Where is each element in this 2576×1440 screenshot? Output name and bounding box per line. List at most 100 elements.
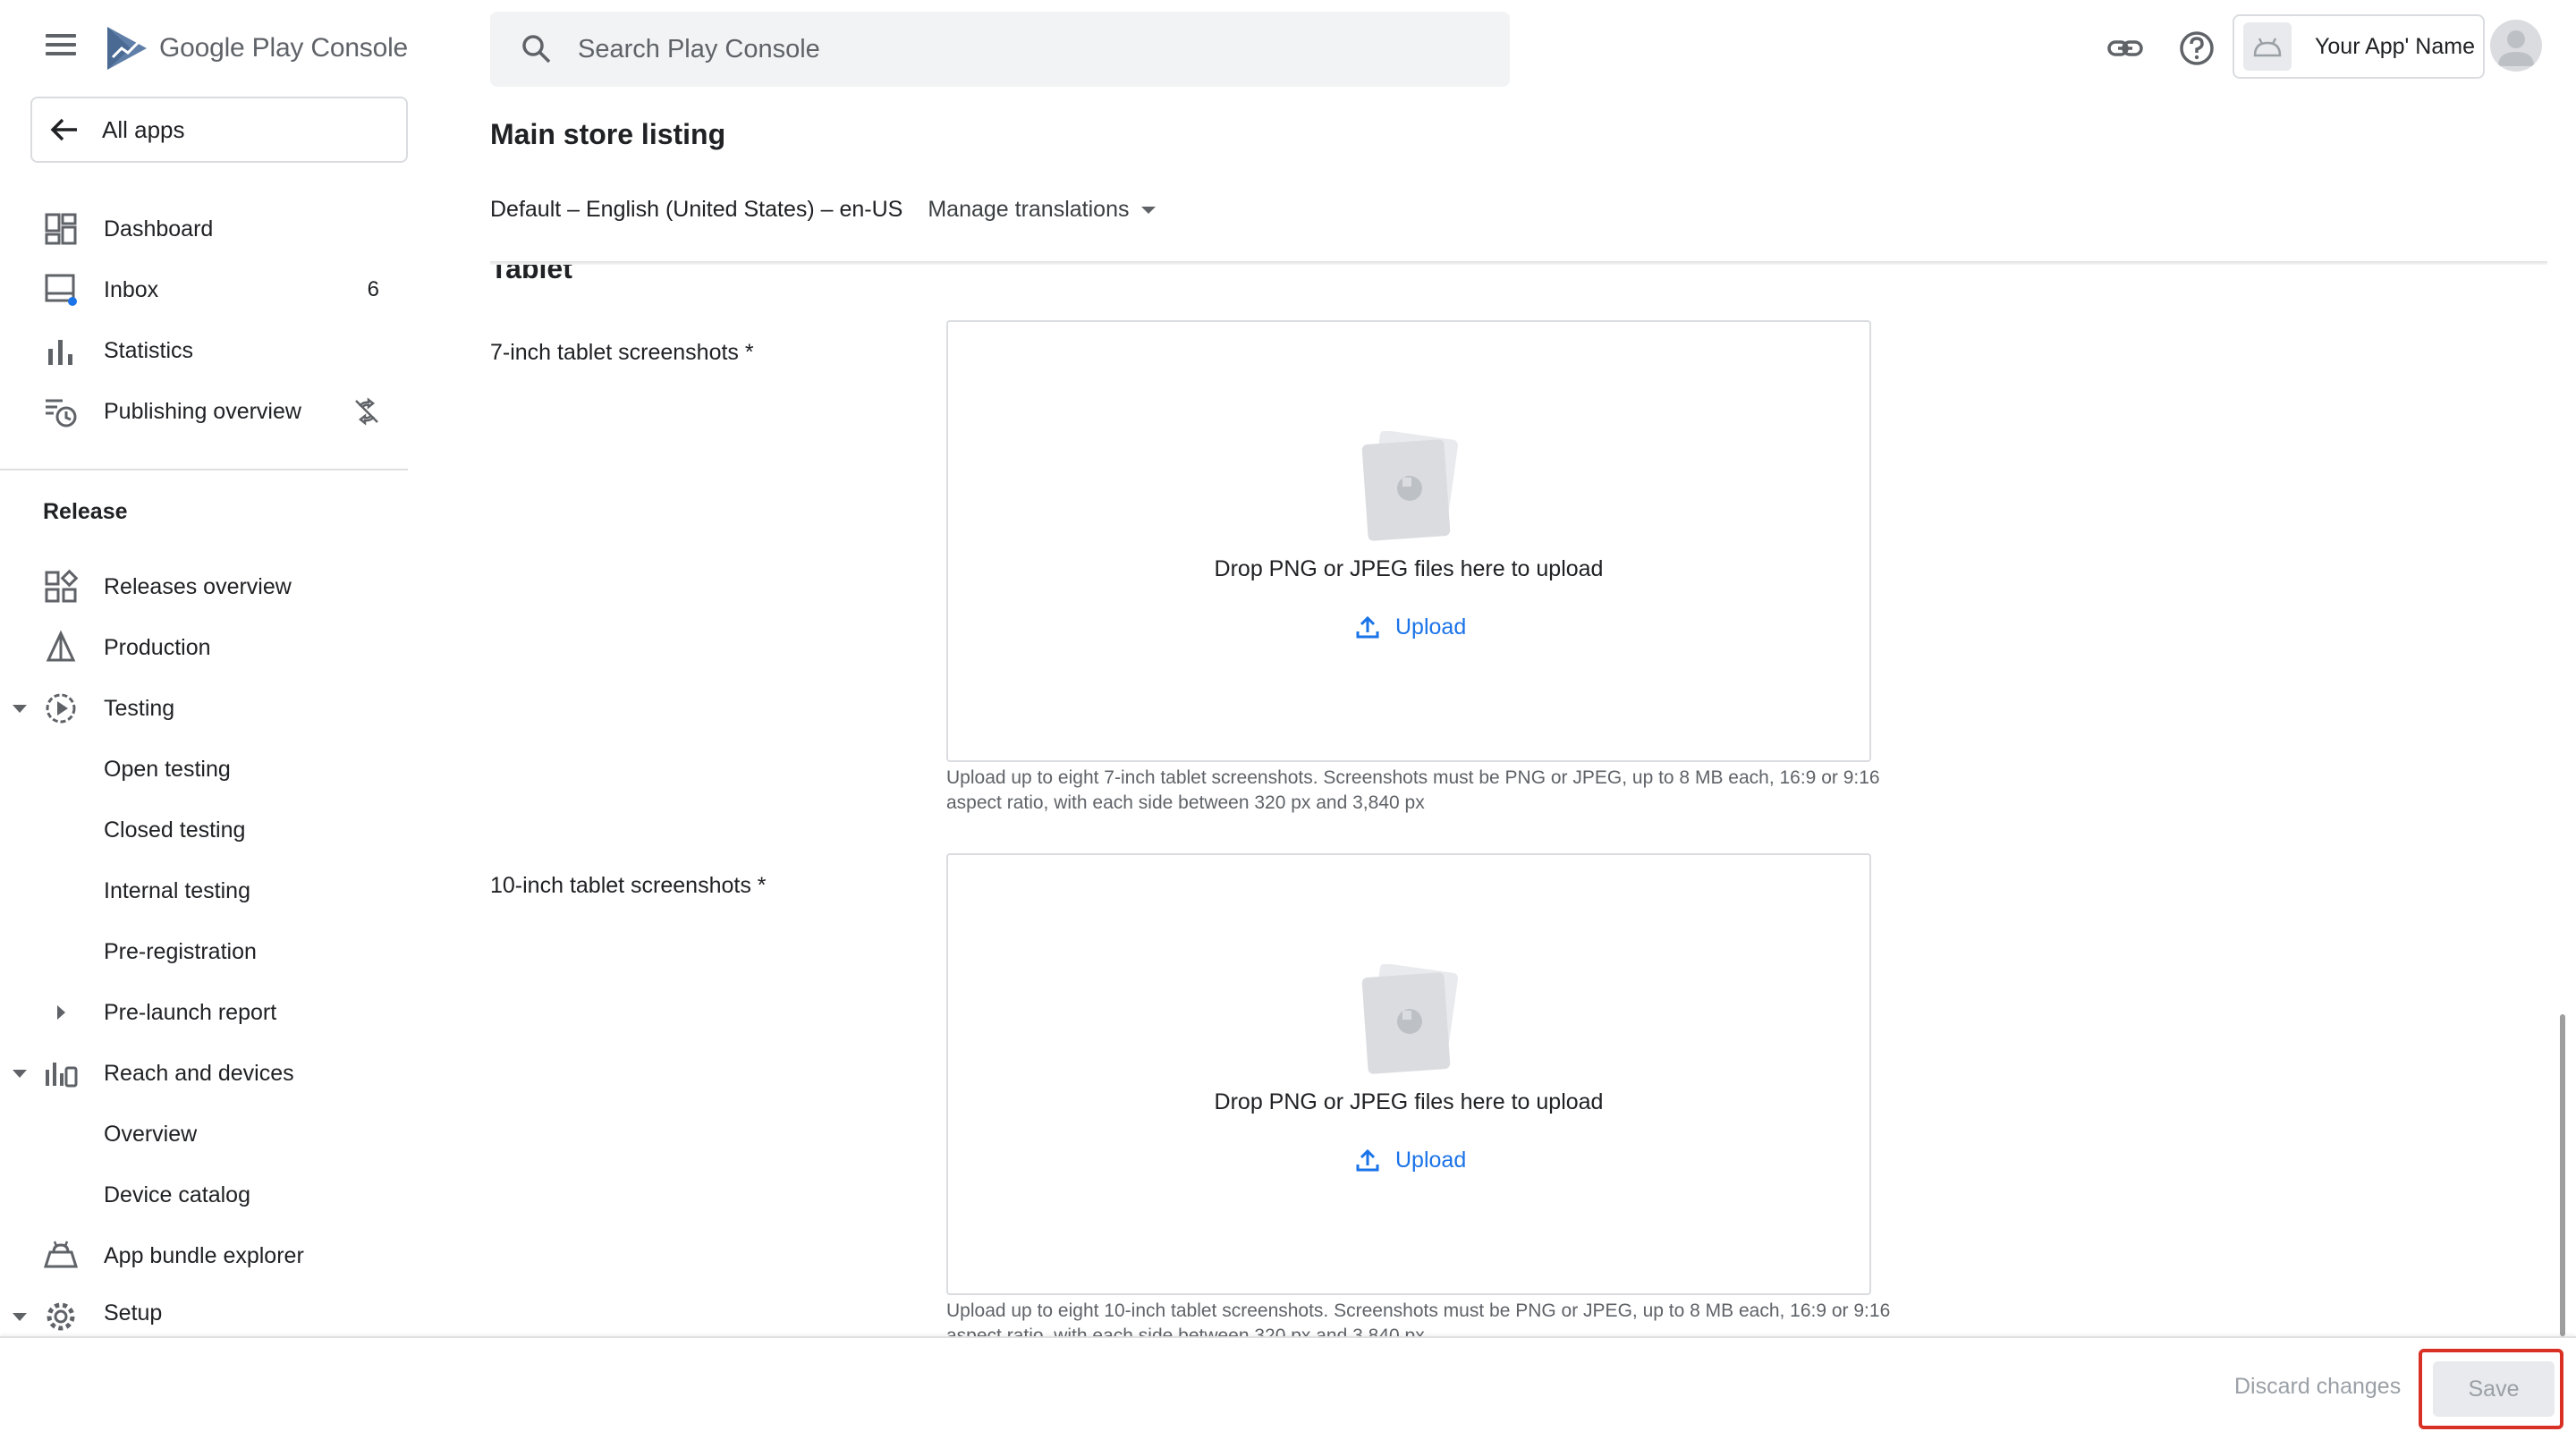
app-name: Your App' Name xyxy=(2315,33,2475,59)
caret-down-icon[interactable] xyxy=(9,1306,30,1327)
sidebar-item-dashboard[interactable]: Dashboard xyxy=(0,202,408,256)
sidebar-item-label: Publishing overview xyxy=(104,398,301,424)
sidebar-item-setup[interactable]: Setup xyxy=(0,1290,408,1336)
field-label-7-inch: 7-inch tablet screenshots * xyxy=(490,340,754,365)
arrow-back-icon xyxy=(50,118,77,141)
sidebar-item-publishing-overview[interactable]: Publishing overview xyxy=(0,385,408,438)
sidebar-item-label: Internal testing xyxy=(104,877,250,903)
drop-instructions: Drop PNG or JPEG files here to upload xyxy=(1214,1089,1604,1114)
sidebar-item-label: Inbox xyxy=(104,276,159,302)
section-heading-tablet: Tablet xyxy=(490,265,572,284)
discard-changes-button[interactable]: Discard changes xyxy=(2234,1374,2401,1400)
sidebar-item-label: Closed testing xyxy=(104,817,246,843)
inbox-count-badge: 6 xyxy=(367,277,379,301)
default-language-label: Default – English (United States) – en-U… xyxy=(490,197,903,222)
product-name-google-play: Google Play xyxy=(159,33,304,63)
sidebar-item-production[interactable]: Production xyxy=(0,621,408,674)
dropdown-arrow-icon xyxy=(1141,206,1157,214)
sidebar-item-label: Pre-launch report xyxy=(104,999,277,1025)
scrollable-content: Tablet 7-inch tablet screenshots * Drop … xyxy=(490,265,2547,1336)
sidebar-item-statistics[interactable]: Statistics xyxy=(0,324,408,377)
dashboard-icon xyxy=(45,213,77,245)
sidebar-item-label: Device catalog xyxy=(104,1182,250,1207)
sidebar-item-app-bundle-explorer[interactable]: App bundle explorer xyxy=(0,1229,408,1283)
image-placeholder-icon xyxy=(1361,964,1459,1074)
caret-down-icon[interactable] xyxy=(9,698,30,719)
sidebar-item-pre-registration[interactable]: Pre-registration xyxy=(0,925,408,978)
statistics-icon xyxy=(48,340,72,365)
inbox-icon xyxy=(45,274,77,306)
upload-icon xyxy=(1356,615,1379,639)
releases-overview-icon xyxy=(45,569,79,603)
sidebar-item-inbox[interactable]: Inbox 6 xyxy=(0,263,408,317)
sidebar-item-overview[interactable]: Overview xyxy=(0,1107,408,1161)
sidebar-section-release: Release xyxy=(43,499,128,524)
all-apps-label: All apps xyxy=(102,115,185,143)
testing-icon xyxy=(46,693,76,724)
save-button[interactable]: Save xyxy=(2433,1361,2555,1417)
sync-disabled-icon[interactable] xyxy=(352,397,381,426)
person-icon xyxy=(2498,30,2534,66)
setup-gear-icon xyxy=(47,1302,75,1331)
sidebar-item-label: Testing xyxy=(104,695,175,721)
sidebar-item-label: Pre-registration xyxy=(104,938,257,964)
helper-text-10-inch: Upload up to eight 10-inch tablet screen… xyxy=(946,1300,1891,1336)
page-title: Main store listing xyxy=(490,118,726,150)
menu-icon-bar xyxy=(46,43,76,47)
upload-button[interactable]: Upload xyxy=(1354,614,1466,640)
app-thumbnail xyxy=(2243,22,2292,71)
sidebar-item-testing[interactable]: Testing xyxy=(0,682,408,735)
play-console-app: Google Play Console Your App' Name xyxy=(0,0,2576,1440)
sidebar-item-label: Setup xyxy=(104,1300,163,1326)
sidebar-item-closed-testing[interactable]: Closed testing xyxy=(0,803,408,857)
upload-button[interactable]: Upload xyxy=(1354,1147,1466,1173)
main-menu-button[interactable] xyxy=(39,29,82,68)
publishing-overview-icon xyxy=(46,399,77,428)
search-bar[interactable] xyxy=(490,12,1510,87)
sidebar-item-label: Reach and devices xyxy=(104,1060,294,1086)
sidebar-item-label: Open testing xyxy=(104,756,231,782)
menu-icon-bar xyxy=(46,52,76,55)
product-name-console: Console xyxy=(310,33,409,63)
play-console-logo[interactable]: Google Play Console xyxy=(104,23,408,73)
save-bar xyxy=(0,1336,2576,1440)
sidebar-item-label: Statistics xyxy=(104,337,194,363)
sidebar-item-pre-launch-report[interactable]: Pre-launch report xyxy=(0,986,408,1039)
sidebar-item-label: Releases overview xyxy=(104,573,292,599)
vertical-scrollbar[interactable] xyxy=(2560,1014,2565,1336)
dropzone-7-inch[interactable]: Drop PNG or JPEG files here to upload Up… xyxy=(946,320,1871,762)
all-apps-button[interactable]: All apps xyxy=(30,97,408,163)
android-icon xyxy=(2253,38,2282,57)
reach-devices-icon xyxy=(46,1063,78,1088)
sidebar-item-label: Overview xyxy=(104,1121,198,1147)
dropzone-10-inch[interactable]: Drop PNG or JPEG files here to upload Up… xyxy=(946,853,1871,1295)
manage-translations-dropdown[interactable]: Manage translations xyxy=(928,197,1157,223)
sidebar-item-open-testing[interactable]: Open testing xyxy=(0,742,408,796)
upload-label: Upload xyxy=(1395,1147,1467,1173)
sidebar-item-device-catalog[interactable]: Device catalog xyxy=(0,1168,408,1222)
sidebar-item-label: App bundle explorer xyxy=(104,1242,304,1268)
upload-label: Upload xyxy=(1395,614,1467,640)
search-input[interactable] xyxy=(578,34,1383,64)
sidebar-item-label: Production xyxy=(104,634,211,660)
account-avatar[interactable] xyxy=(2490,20,2542,72)
sidebar-item-reach-and-devices[interactable]: Reach and devices xyxy=(0,1046,408,1100)
play-console-logo-icon xyxy=(107,27,147,70)
helper-text-7-inch: Upload up to eight 7-inch tablet screens… xyxy=(946,767,1880,813)
field-label-10-inch: 10-inch tablet screenshots * xyxy=(490,873,767,898)
app-selector[interactable]: Your App' Name xyxy=(2233,14,2485,79)
help-icon[interactable] xyxy=(2175,27,2218,70)
drop-instructions: Drop PNG or JPEG files here to upload xyxy=(1214,556,1604,581)
product-name: Google Play Console xyxy=(159,33,408,64)
app-bundle-icon xyxy=(43,1241,79,1268)
sidebar-item-releases-overview[interactable]: Releases overview xyxy=(0,560,408,614)
image-placeholder-icon xyxy=(1361,431,1459,541)
caret-right-icon[interactable] xyxy=(50,1002,72,1023)
sidebar-divider xyxy=(0,469,408,470)
sidebar-item-internal-testing[interactable]: Internal testing xyxy=(0,864,408,918)
search-icon xyxy=(522,35,551,64)
caret-down-icon[interactable] xyxy=(9,1063,30,1084)
link-icon[interactable] xyxy=(2104,27,2147,70)
sidebar-item-label: Dashboard xyxy=(104,216,214,241)
language-row: Default – English (United States) – en-U… xyxy=(490,197,1157,223)
